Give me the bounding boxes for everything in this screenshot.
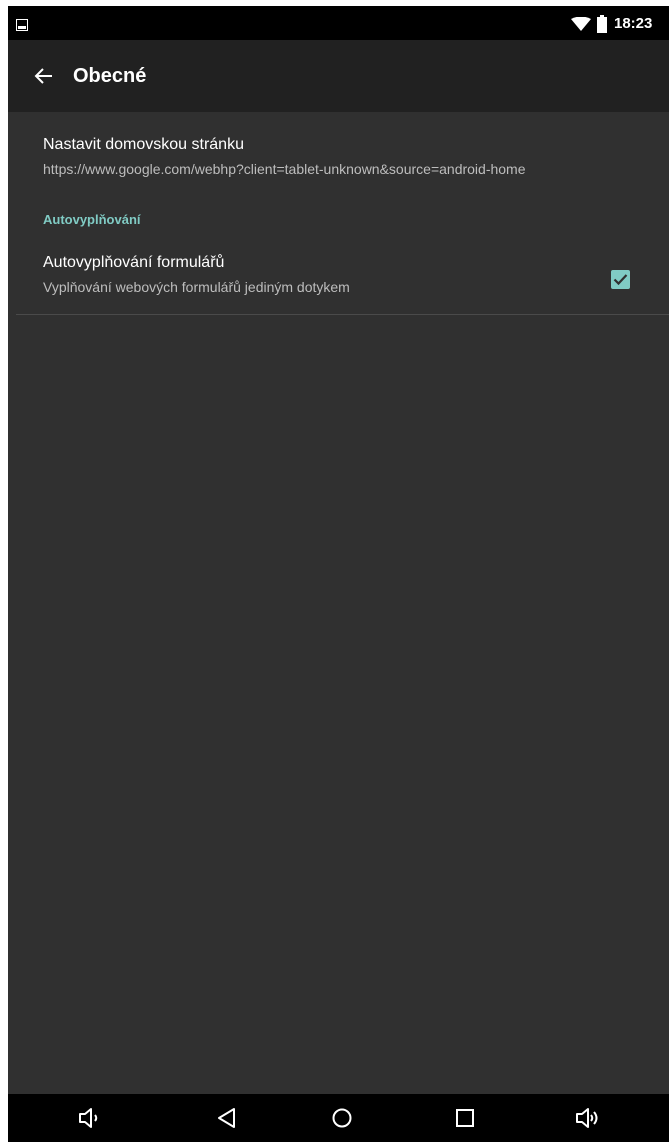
status-clock: 18:23 [614, 15, 653, 32]
wifi-icon [571, 16, 591, 31]
volume-down-button[interactable] [60, 1094, 120, 1142]
nav-back-button[interactable] [197, 1094, 257, 1142]
autofill-forms-preference[interactable]: Autovyplňování formulářů Vyplňování webo… [8, 240, 669, 314]
screen: 18:23 Obecné Nastavit domovskou stránku … [8, 8, 669, 1142]
back-button[interactable] [24, 56, 64, 96]
divider [16, 314, 669, 315]
home-icon [332, 1108, 352, 1128]
homepage-summary: https://www.google.com/webhp?client=tabl… [43, 161, 526, 177]
autofill-title: Autovyplňování formulářů [43, 254, 225, 271]
toolbar: Obecné [8, 40, 669, 112]
volume-down-icon [79, 1108, 98, 1128]
back-icon [218, 1108, 235, 1128]
autofill-checkbox[interactable] [611, 270, 630, 289]
status-bar: 18:23 [8, 8, 669, 40]
nav-recents-button[interactable] [435, 1094, 495, 1142]
volume-up-button[interactable] [558, 1094, 618, 1142]
autofill-category-header: Autovyplňování [43, 212, 141, 227]
navigation-bar [8, 1094, 669, 1142]
nav-home-button[interactable] [312, 1094, 372, 1142]
page-title: Obecné [73, 65, 147, 87]
autofill-summary: Vyplňování webových formulářů jediným do… [43, 279, 350, 295]
arrow-back-icon [34, 68, 52, 84]
volume-up-icon [576, 1108, 598, 1128]
battery-icon [597, 15, 607, 33]
gallery-notification-icon [16, 18, 28, 31]
recents-icon [456, 1109, 474, 1127]
checkmark-icon [613, 274, 628, 286]
homepage-preference[interactable]: Nastavit domovskou stránku https://www.g… [8, 112, 669, 202]
homepage-title: Nastavit domovskou stránku [43, 136, 244, 153]
